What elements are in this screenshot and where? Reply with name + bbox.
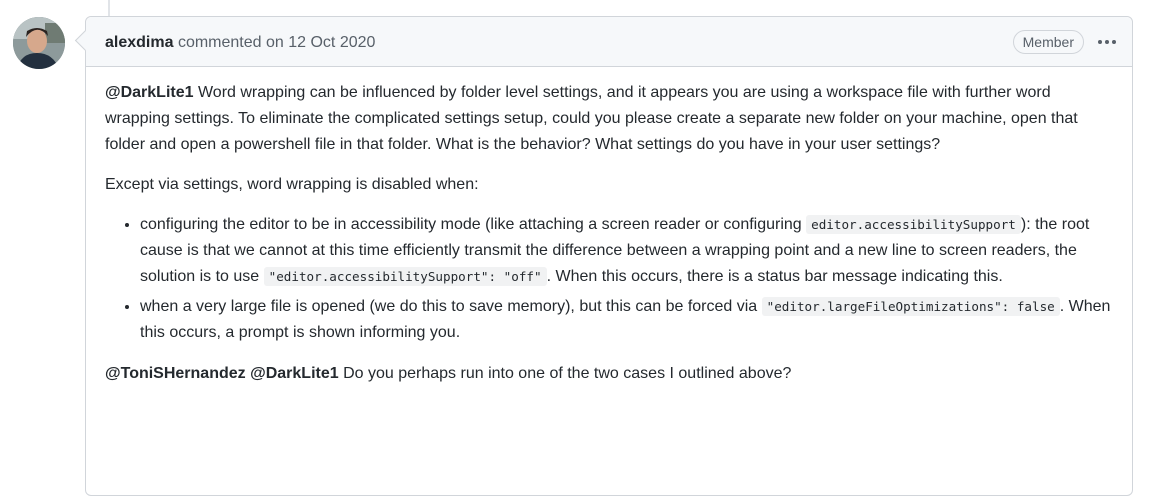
list-item-text: when a very large file is opened (we do …	[140, 298, 762, 315]
list-item-text: configuring the editor to be in accessib…	[140, 216, 807, 233]
paragraph-1-text: Word wrapping can be influenced by folde…	[105, 84, 1078, 153]
avatar[interactable]	[13, 17, 65, 69]
action-text: commented on	[177, 33, 284, 51]
inline-code: "editor.largeFileOptimizations": false	[761, 297, 1060, 316]
role-badge: Member	[1012, 29, 1084, 54]
paragraph-2: Except via settings, word wrapping is di…	[105, 176, 479, 193]
avatar-image	[13, 17, 65, 69]
mention-link[interactable]: @DarkLite1	[105, 84, 194, 101]
paragraph-3-text: Do you perhaps run into one of the two c…	[338, 365, 792, 382]
bullet-list: configuring the editor to be in accessib…	[105, 212, 1113, 346]
kebab-horizontal-icon[interactable]	[1098, 32, 1116, 52]
paragraph-3: @ToniSHernandez @DarkLite1 Do you perhap…	[105, 361, 1113, 387]
list-item: configuring the editor to be in accessib…	[140, 212, 1113, 290]
list-item-text: . When this occurs, there is a status ba…	[546, 268, 1003, 285]
mention-link[interactable]: @ToniSHernandez	[105, 365, 246, 382]
comment-header-text: alexdima commented on 12 Oct 2020	[105, 31, 1013, 53]
comment-box: alexdima commented on 12 Oct 2020 Member…	[85, 16, 1133, 496]
list-item: when a very large file is opened (we do …	[140, 294, 1113, 346]
timeline-line	[108, 0, 110, 16]
comment-body: @DarkLite1 Word wrapping can be influenc…	[86, 67, 1132, 387]
comment-date-link[interactable]: 12 Oct 2020	[288, 34, 375, 51]
mention-link[interactable]: @DarkLite1	[250, 365, 339, 382]
comment-header: alexdima commented on 12 Oct 2020 Member	[86, 17, 1132, 67]
inline-code: editor.accessibilitySupport	[806, 215, 1021, 234]
paragraph-1: @DarkLite1 Word wrapping can be influenc…	[105, 80, 1113, 158]
inline-code: "editor.accessibilitySupport": "off"	[263, 267, 547, 286]
author-link[interactable]: alexdima	[105, 34, 173, 51]
